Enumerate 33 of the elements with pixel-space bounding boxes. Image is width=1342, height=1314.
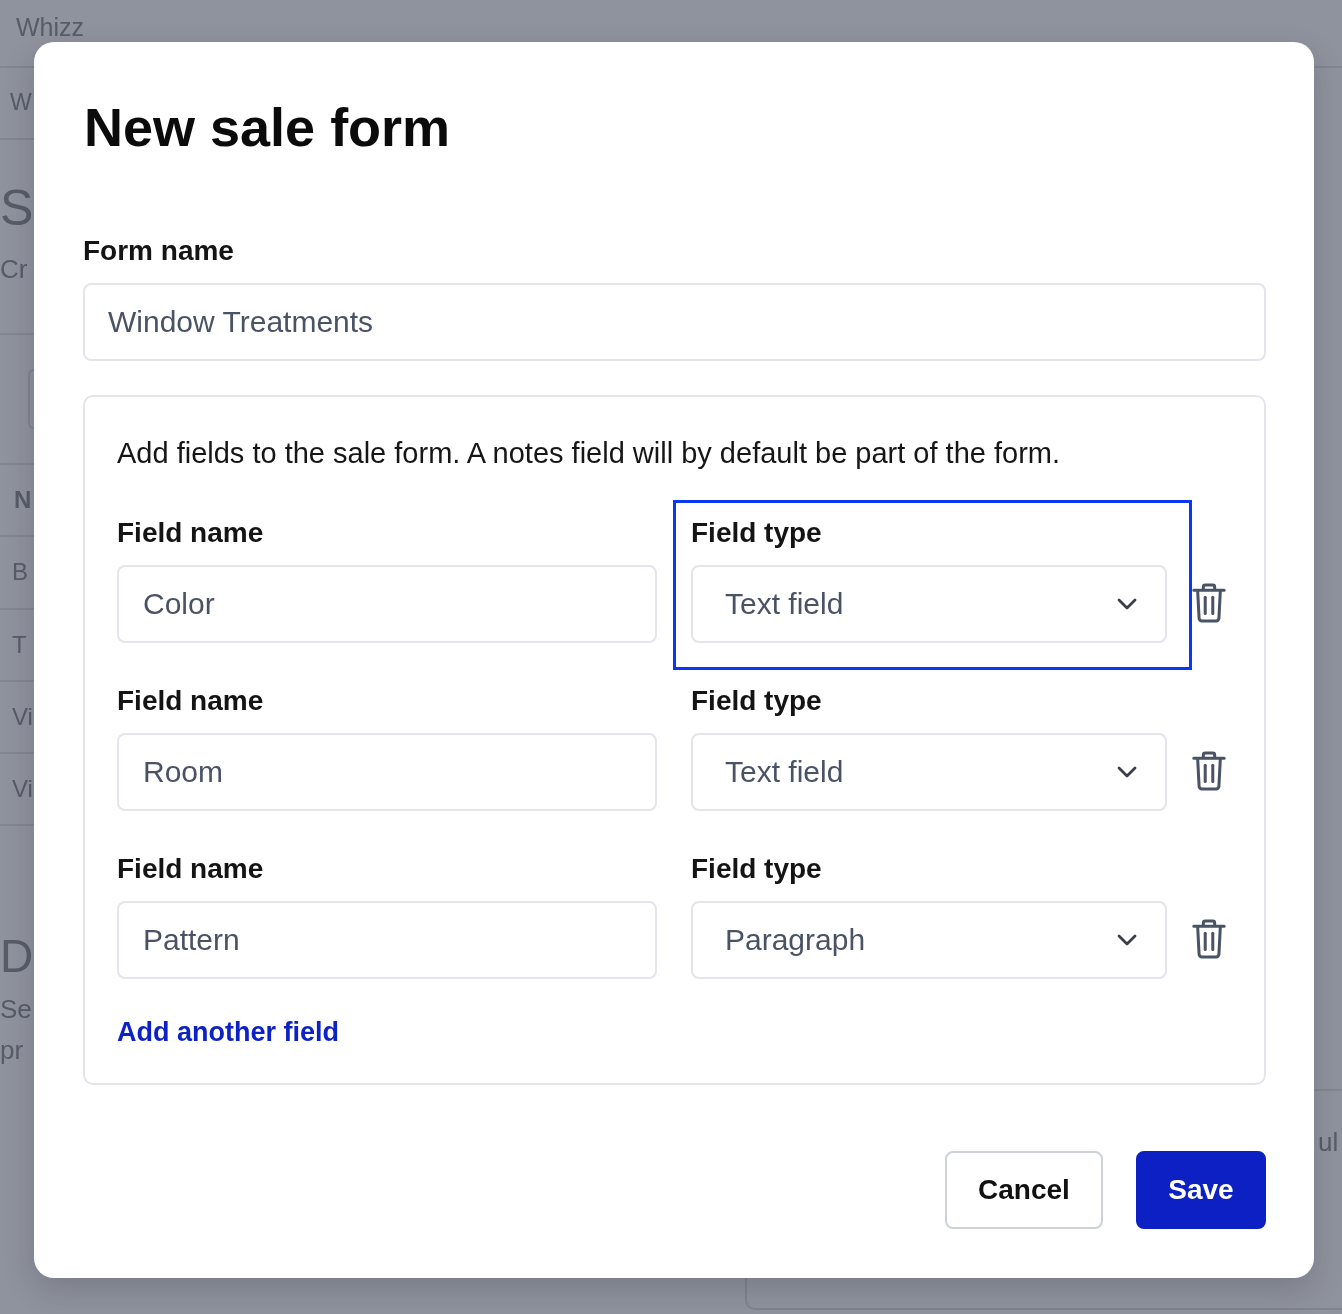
page-title: S [0,179,34,238]
text-input[interactable]: Color [117,565,657,643]
dialog-title: New sale form [83,96,451,159]
page-subtitle: Cr [0,254,29,286]
type-dropdown[interactable]: Text field [691,733,1167,811]
section-text: pr [0,1035,25,1067]
field-label: Field type [691,516,822,550]
trash-icon[interactable] [1192,751,1226,791]
section-text: Se [0,994,33,1026]
type-dropdown[interactable]: Text field [691,565,1167,643]
description-text: Add fields to the sale form. A notes field will by default be part of the form. [117,436,1061,471]
field-label: Field name [117,852,264,886]
field-label: Field type [691,684,822,718]
chevron-down-icon [1117,934,1137,946]
section-title: D [0,929,34,984]
field-label: Field type [691,852,822,886]
side-text: ul [1318,1127,1340,1159]
field-label: Field name [117,516,264,550]
field-label: Form name [83,234,234,268]
trash-icon[interactable] [1192,583,1226,623]
app-name: Whizz [16,12,86,42]
text-input[interactable]: Room [117,733,657,811]
field-label: Field name [117,684,264,718]
save-button[interactable]: Save [1136,1151,1266,1229]
chevron-down-icon [1117,766,1137,778]
type-dropdown[interactable]: Paragraph [691,901,1167,979]
chevron-down-icon [1117,598,1137,610]
trash-icon[interactable] [1192,919,1226,959]
add-field-link[interactable]: Add another field [117,1015,339,1050]
text-input[interactable]: Window Treatments [83,283,1266,361]
text-input[interactable]: Pattern [117,901,657,979]
cancel-button[interactable]: Cancel [945,1151,1103,1229]
menu-text: W [10,89,33,117]
